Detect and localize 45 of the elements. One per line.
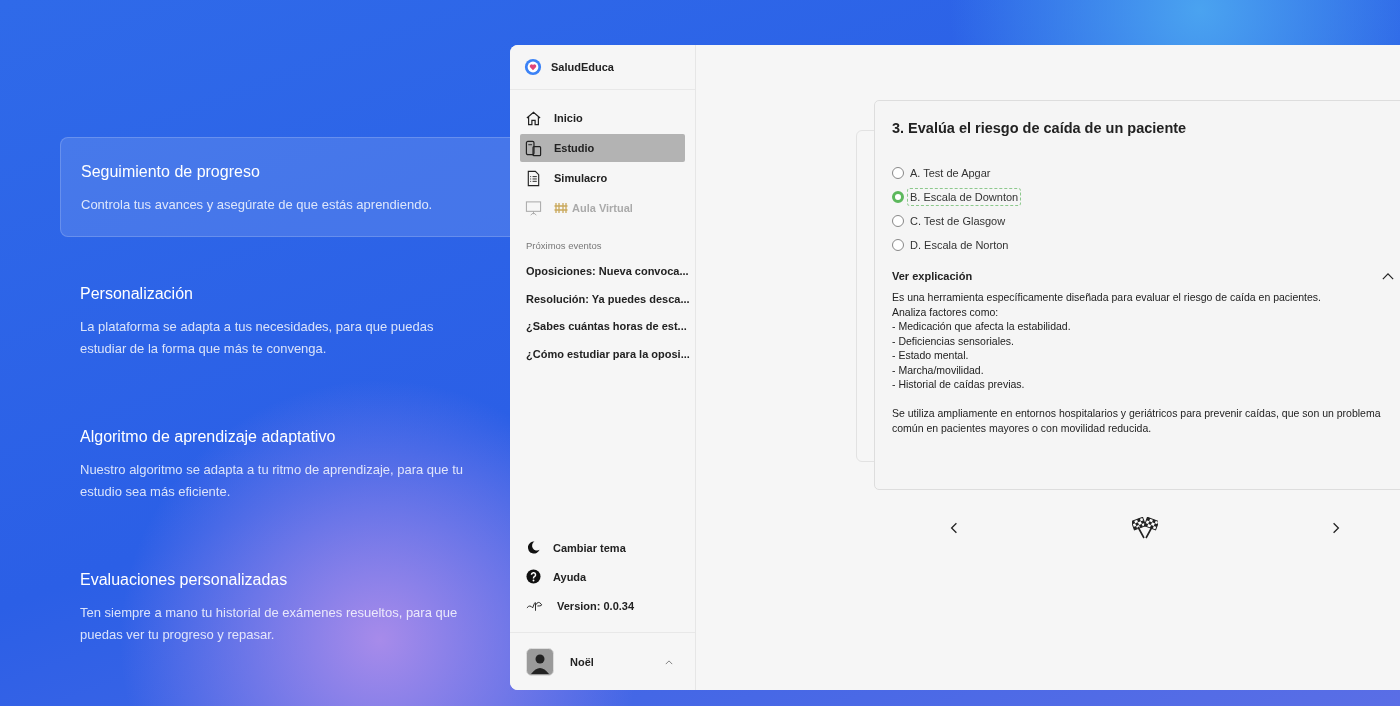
explanation-toggle[interactable]: Ver explicación xyxy=(892,270,1400,282)
radio-button[interactable] xyxy=(892,238,904,251)
feature-description: Nuestro algoritmo se adapta a tu ritmo de aprendizaje, para que tu estudio sea más eficiente. xyxy=(80,461,464,501)
sidebar-action[interactable]: Cambiar tema xyxy=(510,533,695,562)
answer-option[interactable]: C. Test de Glasgow xyxy=(892,210,1400,231)
devices-icon xyxy=(525,139,542,157)
brand-name: SaludEduca xyxy=(551,61,614,73)
next-icon[interactable] xyxy=(1332,522,1340,534)
document-list-icon xyxy=(525,169,542,187)
nav-item[interactable]: Inicio xyxy=(520,104,685,132)
radio-button[interactable] xyxy=(892,214,904,227)
previous-icon[interactable] xyxy=(950,522,958,534)
sidebar-action[interactable]: Ayuda xyxy=(510,562,695,591)
radio-button[interactable] xyxy=(892,166,904,179)
moon-icon xyxy=(526,540,541,555)
event-link[interactable]: Oposiciones: Nueva convoca... xyxy=(510,261,695,289)
event-link[interactable]: ¿Sabes cuántas horas de est... xyxy=(510,316,695,344)
explanation-text: Es una herramienta específicamente diseñada para evaluar el riesgo de caída en pacientes. Analiza factores como: - Medicación que afecta la estabilidad. - Deficiencias sensoriales. - Estado mental. - Marcha/movilidad. - Historial de caídas previas. Se utiliza ampliamente en entornos hospitalarios y geriátricos para prevenir caídas, que son un problema común en pacientes mayores o con movilidad reducida. xyxy=(892,290,1382,435)
feature-title: Personalización xyxy=(80,285,194,303)
checkered-flags-icon[interactable] xyxy=(1132,517,1158,539)
nav-item[interactable]: Simulacro xyxy=(520,164,685,192)
feature-title: Seguimiento de progreso xyxy=(81,163,261,181)
feature-description: Ten siempre a mano tu historial de exámenes resueltos, para que puedas ver tu progreso y repasar. xyxy=(80,604,459,644)
feature-description: La plataforma se adapta a tus necesidades, para que puedas estudiar de la forma que más te convenga. xyxy=(80,318,435,358)
feature-title: Algoritmo de aprendizaje adaptativo xyxy=(80,428,337,446)
heart-logo-icon xyxy=(524,58,542,76)
house-icon xyxy=(525,109,542,127)
question-title: 3. Evalúa el riesgo de caída de un paciente xyxy=(892,120,1188,136)
user-menu[interactable]: Noël xyxy=(510,632,695,690)
presentation-board-icon xyxy=(525,199,542,217)
nav-item[interactable]: Estudio xyxy=(520,134,685,162)
radio-button[interactable] xyxy=(892,190,904,203)
answer-option[interactable]: A. Test de Apgar xyxy=(892,162,1400,183)
version-label: Version: 0.0.34 xyxy=(510,591,695,620)
sprout-icon xyxy=(526,599,545,612)
fence-icon xyxy=(554,202,568,214)
feature-description: Controla tus avances y asegúrate de que estás aprendiendo. xyxy=(81,196,434,214)
section-heading: Próximos eventos xyxy=(525,239,603,253)
answer-option[interactable]: D. Escala de Norton xyxy=(892,234,1400,255)
event-link[interactable]: ¿Cómo estudiar para la oposi... xyxy=(510,343,695,371)
help-icon xyxy=(526,569,541,584)
event-link[interactable]: Resolución: Ya puedes desca... xyxy=(510,288,695,316)
avatar-icon xyxy=(526,648,554,676)
feature-title: Evaluaciones personalizadas xyxy=(80,571,289,589)
answer-option[interactable]: B. Escala de Downton xyxy=(892,186,1400,207)
